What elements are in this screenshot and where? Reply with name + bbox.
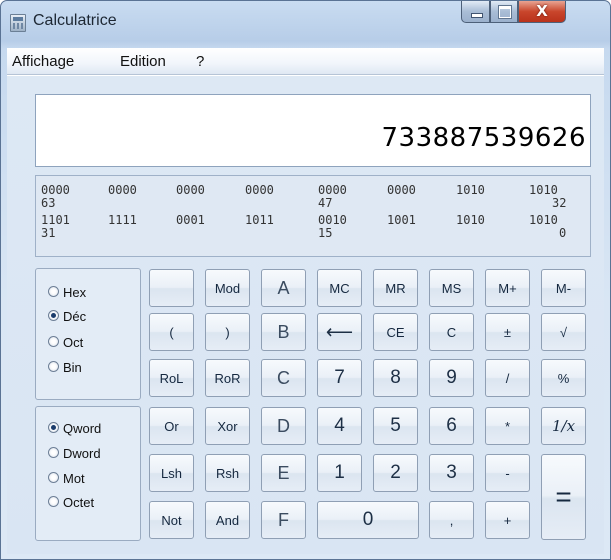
radio-indicator <box>48 496 59 507</box>
radio-indicator <box>48 447 59 458</box>
add-button[interactable]: + <box>485 501 530 539</box>
bit-group: 1010 <box>529 213 558 227</box>
bit-group: 0000 <box>245 183 274 197</box>
bit-index: 47 <box>318 196 333 210</box>
bit-group: 1001 <box>387 213 416 227</box>
calculator-app-icon <box>10 14 26 32</box>
minimize-button[interactable] <box>461 1 490 23</box>
blank-button[interactable] <box>149 269 194 307</box>
multiply-button[interactable]: * <box>485 407 530 445</box>
mc-button[interactable]: MC <box>317 269 362 307</box>
digit-4-button[interactable]: 4 <box>317 407 362 445</box>
base-radio-group: Hex Déc Oct Bin <box>35 268 141 400</box>
xor-button[interactable]: Xor <box>205 407 250 445</box>
menu-help[interactable]: ? <box>196 53 204 70</box>
lsh-button[interactable]: Lsh <box>149 454 194 492</box>
not-button[interactable]: Not <box>149 501 194 539</box>
close-button[interactable]: X <box>518 1 566 23</box>
bit-index: 32 <box>552 196 567 210</box>
hex-c-button[interactable]: C <box>261 359 306 397</box>
bit-group: 1111 <box>108 213 137 227</box>
bit-group: 1011 <box>245 213 274 227</box>
rsh-button[interactable]: Rsh <box>205 454 250 492</box>
digit-2-button[interactable]: 2 <box>373 454 418 492</box>
bit-group: 0000 <box>176 183 205 197</box>
digit-0-button[interactable]: 0 <box>317 501 419 539</box>
rol-button[interactable]: RoL <box>149 359 194 397</box>
menu-edition[interactable]: Edition <box>120 53 166 70</box>
digit-9-button[interactable]: 9 <box>429 359 474 397</box>
title-bar[interactable]: Calculatrice X <box>1 1 610 41</box>
bit-group: 0000 <box>387 183 416 197</box>
bit-group: 1010 <box>456 213 485 227</box>
bit-index: 63 <box>41 196 56 210</box>
calculator-body: 733887539626 0000 0000 0000 0000 0000 00… <box>7 75 604 554</box>
hex-d-button[interactable]: D <box>261 407 306 445</box>
bit-group: 0000 <box>108 183 137 197</box>
hex-b-button[interactable]: B <box>261 313 306 351</box>
bit-group: 1010 <box>456 183 485 197</box>
radio-indicator <box>48 361 59 372</box>
bit-group: 0010 <box>318 213 347 227</box>
maximize-icon <box>498 5 512 19</box>
bit-group: 1101 <box>41 213 70 227</box>
radio-indicator <box>48 336 59 347</box>
digit-7-button[interactable]: 7 <box>317 359 362 397</box>
ms-button[interactable]: MS <box>429 269 474 307</box>
backspace-button[interactable]: ⟵ <box>317 313 362 351</box>
reciprocal-button[interactable]: 1/x <box>541 407 586 445</box>
display-value: 733887539626 <box>381 123 586 153</box>
calculator-window: Calculatrice X Affichage Edition ? 73388… <box>0 0 611 560</box>
radio-indicator <box>48 472 59 483</box>
result-display: 733887539626 <box>35 94 591 167</box>
digit-6-button[interactable]: 6 <box>429 407 474 445</box>
subtract-button[interactable]: - <box>485 454 530 492</box>
ror-button[interactable]: RoR <box>205 359 250 397</box>
digit-1-button[interactable]: 1 <box>317 454 362 492</box>
maximize-button[interactable] <box>490 1 518 23</box>
m-plus-button[interactable]: M+ <box>485 269 530 307</box>
mr-button[interactable]: MR <box>373 269 418 307</box>
bit-group: 0000 <box>41 183 70 197</box>
radio-indicator <box>48 422 59 433</box>
radio-indicator <box>48 286 59 297</box>
close-paren-button[interactable]: ) <box>205 313 250 351</box>
bit-group: 1010 <box>529 183 558 197</box>
hex-a-button[interactable]: A <box>261 269 306 307</box>
decimal-separator-button[interactable]: , <box>429 501 474 539</box>
close-icon: X <box>536 2 548 20</box>
menu-affichage[interactable]: Affichage <box>12 53 74 70</box>
bit-index: 15 <box>318 226 333 240</box>
percent-button[interactable]: % <box>541 359 586 397</box>
radio-indicator <box>48 310 59 321</box>
hex-e-button[interactable]: E <box>261 454 306 492</box>
clear-button[interactable]: C <box>429 313 474 351</box>
ce-button[interactable]: CE <box>373 313 418 351</box>
menu-bar: Affichage Edition ? <box>7 48 604 75</box>
negate-button[interactable]: ± <box>485 313 530 351</box>
equals-button[interactable]: = <box>541 454 586 540</box>
hex-f-button[interactable]: F <box>261 501 306 539</box>
or-button[interactable]: Or <box>149 407 194 445</box>
open-paren-button[interactable]: ( <box>149 313 194 351</box>
sqrt-button[interactable]: √ <box>541 313 586 351</box>
bit-group: 0000 <box>318 183 347 197</box>
window-title: Calculatrice <box>33 12 117 29</box>
bit-index: 31 <box>41 226 56 240</box>
digit-3-button[interactable]: 3 <box>429 454 474 492</box>
mod-button[interactable]: Mod <box>205 269 250 307</box>
word-size-radio-group: Qword Dword Mot Octet <box>35 406 141 541</box>
bit-group: 0001 <box>176 213 205 227</box>
bit-index: 0 <box>559 226 567 240</box>
digit-8-button[interactable]: 8 <box>373 359 418 397</box>
m-minus-button[interactable]: M- <box>541 269 586 307</box>
minimize-icon <box>471 13 483 18</box>
divide-button[interactable]: / <box>485 359 530 397</box>
digit-5-button[interactable]: 5 <box>373 407 418 445</box>
and-button[interactable]: And <box>205 501 250 539</box>
binary-bit-display: 0000 0000 0000 0000 0000 0000 1010 1010 … <box>35 175 591 257</box>
